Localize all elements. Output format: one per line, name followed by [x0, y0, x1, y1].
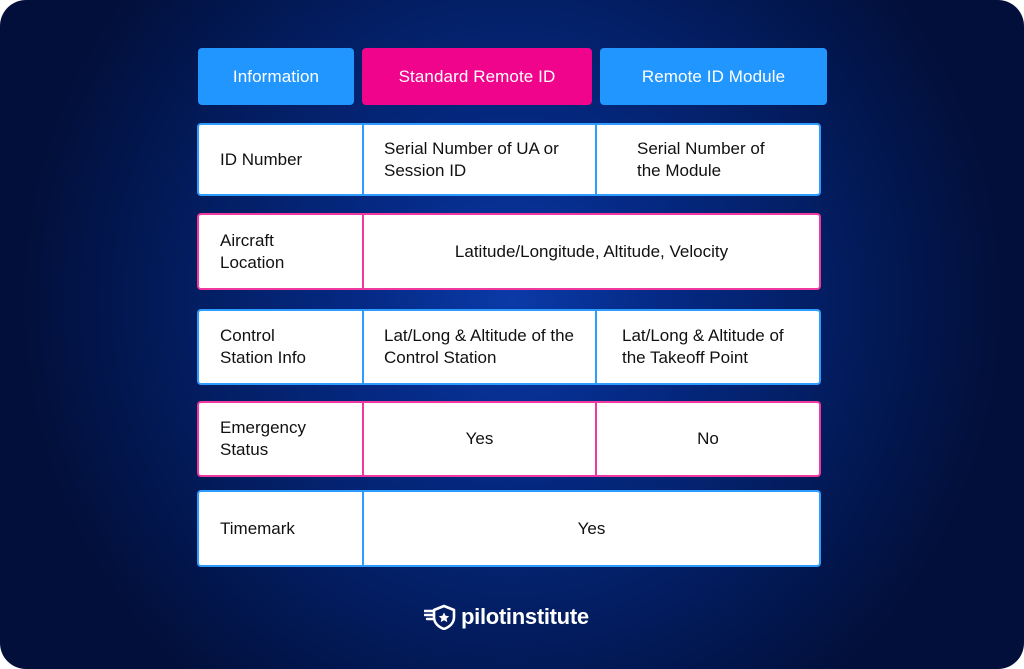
row-label-text: Aircraft Location — [220, 230, 285, 272]
infographic-canvas: Information Standard Remote ID Remote ID… — [0, 0, 1024, 669]
table-row-control-station-info: Control Station Info Lat/Long & Altitude… — [197, 309, 821, 385]
module-cell: Lat/Long & Altitude of the Takeoff Point — [595, 311, 819, 383]
combined-cell-text: Latitude/Longitude, Altitude, Velocity — [454, 241, 729, 261]
header-information: Information — [198, 48, 354, 105]
header-information-label: Information — [232, 66, 320, 86]
standard-cell: Yes — [362, 403, 595, 475]
header-remote-id-module: Remote ID Module — [600, 48, 827, 105]
standard-cell-text: Serial Number of UA or Session ID — [384, 138, 559, 180]
header-standard-remote-id: Standard Remote ID — [362, 48, 592, 105]
module-cell-text: No — [697, 429, 719, 448]
row-label-text: Control Station Info — [220, 326, 307, 367]
table-row-id-number: ID Number Serial Number of UA or Session… — [197, 123, 821, 196]
standard-cell-text: Lat/Long & Altitude of the Control Stati… — [384, 326, 574, 367]
table-row-emergency-status: Emergency Status Yes No — [197, 401, 821, 477]
row-label-text: ID Number — [220, 149, 303, 169]
row-label-text: Emergency Status — [220, 418, 306, 459]
pilot-institute-logo: pilotinstitute — [424, 604, 589, 630]
combined-cell: Yes — [362, 492, 819, 565]
table-row-timemark: Timemark Yes — [197, 490, 821, 567]
table-row-aircraft-location: Aircraft Location Latitude/Longitude, Al… — [197, 213, 821, 290]
standard-cell-text: Yes — [465, 429, 494, 448]
module-cell: Serial Number of the Module — [595, 125, 819, 194]
header-standard-label: Standard Remote ID — [398, 66, 556, 86]
row-label: Aircraft Location — [199, 215, 362, 288]
logo-text: pilotinstitute — [461, 604, 589, 629]
combined-cell-text: Yes — [577, 518, 606, 538]
winged-shield-star-icon — [424, 604, 456, 630]
module-cell-text: Lat/Long & Altitude of the Takeoff Point — [622, 326, 784, 367]
header-module-label: Remote ID Module — [641, 66, 786, 86]
module-cell: No — [595, 403, 819, 475]
row-label: Emergency Status — [199, 403, 362, 475]
combined-cell: Latitude/Longitude, Altitude, Velocity — [362, 215, 819, 288]
standard-cell: Serial Number of UA or Session ID — [362, 125, 595, 194]
row-label: Control Station Info — [199, 311, 362, 383]
row-label-text: Timemark — [220, 518, 295, 538]
module-cell-text: Serial Number of the Module — [637, 138, 765, 180]
row-label: Timemark — [199, 492, 362, 565]
standard-cell: Lat/Long & Altitude of the Control Stati… — [362, 311, 595, 383]
row-label: ID Number — [199, 125, 362, 194]
